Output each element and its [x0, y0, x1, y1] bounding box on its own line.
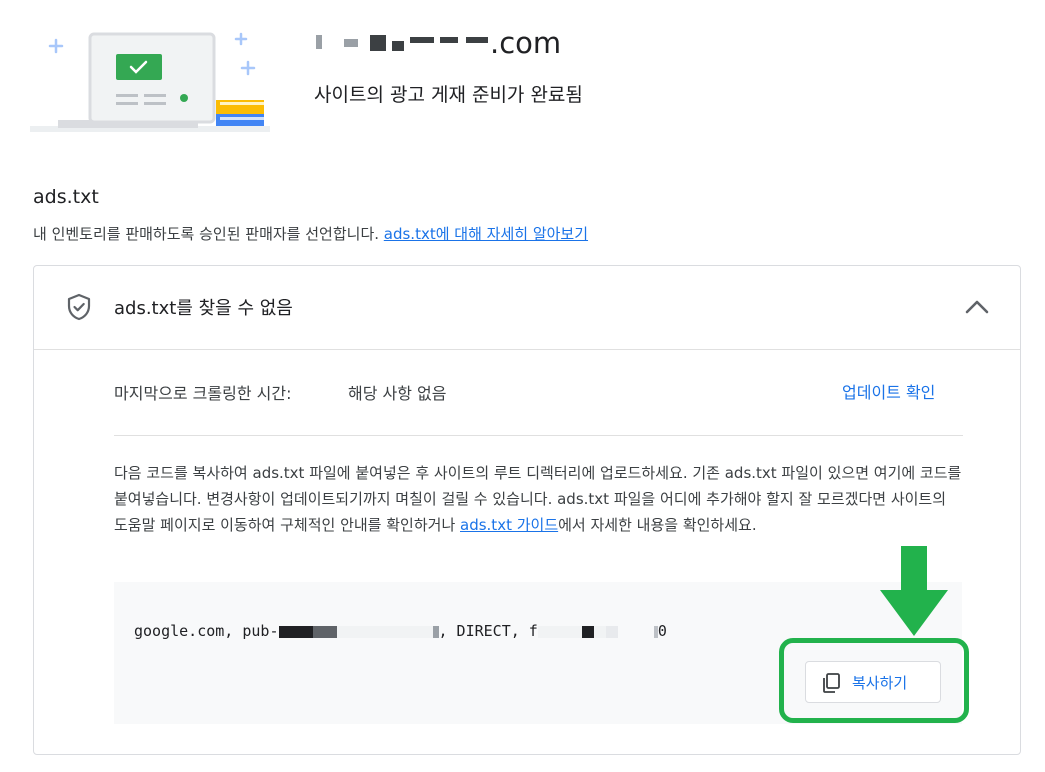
section-title: ads.txt: [33, 186, 99, 208]
code-snippet: google.com, pub-, DIRECT, f0: [134, 622, 667, 640]
check-update-link[interactable]: 업데이트 확인: [842, 379, 935, 403]
learn-more-link[interactable]: ads.txt에 대해 자세히 알아보기: [384, 225, 588, 243]
shield-check-icon: [67, 293, 91, 321]
annotation-highlight-box: [779, 638, 969, 723]
down-arrow-icon: [880, 546, 948, 636]
redacted-publisher-id: [278, 625, 313, 638]
adstxt-guide-link[interactable]: ads.txt 가이드: [460, 516, 558, 534]
section-description: 내 인벤토리를 판매하도록 승인된 판매자를 선언합니다. ads.txt에 대…: [33, 225, 589, 243]
instructions-text: 다음 코드를 복사하여 ads.txt 파일에 붙여넣은 후 사이트의 루트 디…: [114, 464, 962, 534]
site-ready-illustration: [30, 32, 270, 132]
redacted-domain-name: [314, 27, 490, 57]
redacted-publisher-id-3: [336, 625, 433, 638]
last-crawled-value: 해당 사항 없음: [348, 384, 447, 403]
last-crawled-label: 마지막으로 크롤링한 시간:: [114, 384, 292, 403]
card-status-title: ads.txt를 찾을 수 없음: [114, 298, 293, 319]
site-status-text: 사이트의 광고 게재 준비가 완료됨: [314, 84, 583, 106]
chevron-up-icon[interactable]: [962, 294, 992, 320]
redacted-cert-id-3: [593, 625, 606, 638]
card-header[interactable]: ads.txt를 찾을 수 없음: [34, 266, 1020, 350]
redacted-cert-id-5: [617, 625, 654, 638]
divider: [114, 435, 963, 436]
redacted-cert-id-2: [581, 625, 594, 638]
redacted-publisher-id-2: [312, 625, 337, 638]
site-domain: .com: [314, 26, 561, 60]
redacted-cert-id: [537, 625, 582, 638]
redacted-cert-id-4: [605, 625, 618, 638]
